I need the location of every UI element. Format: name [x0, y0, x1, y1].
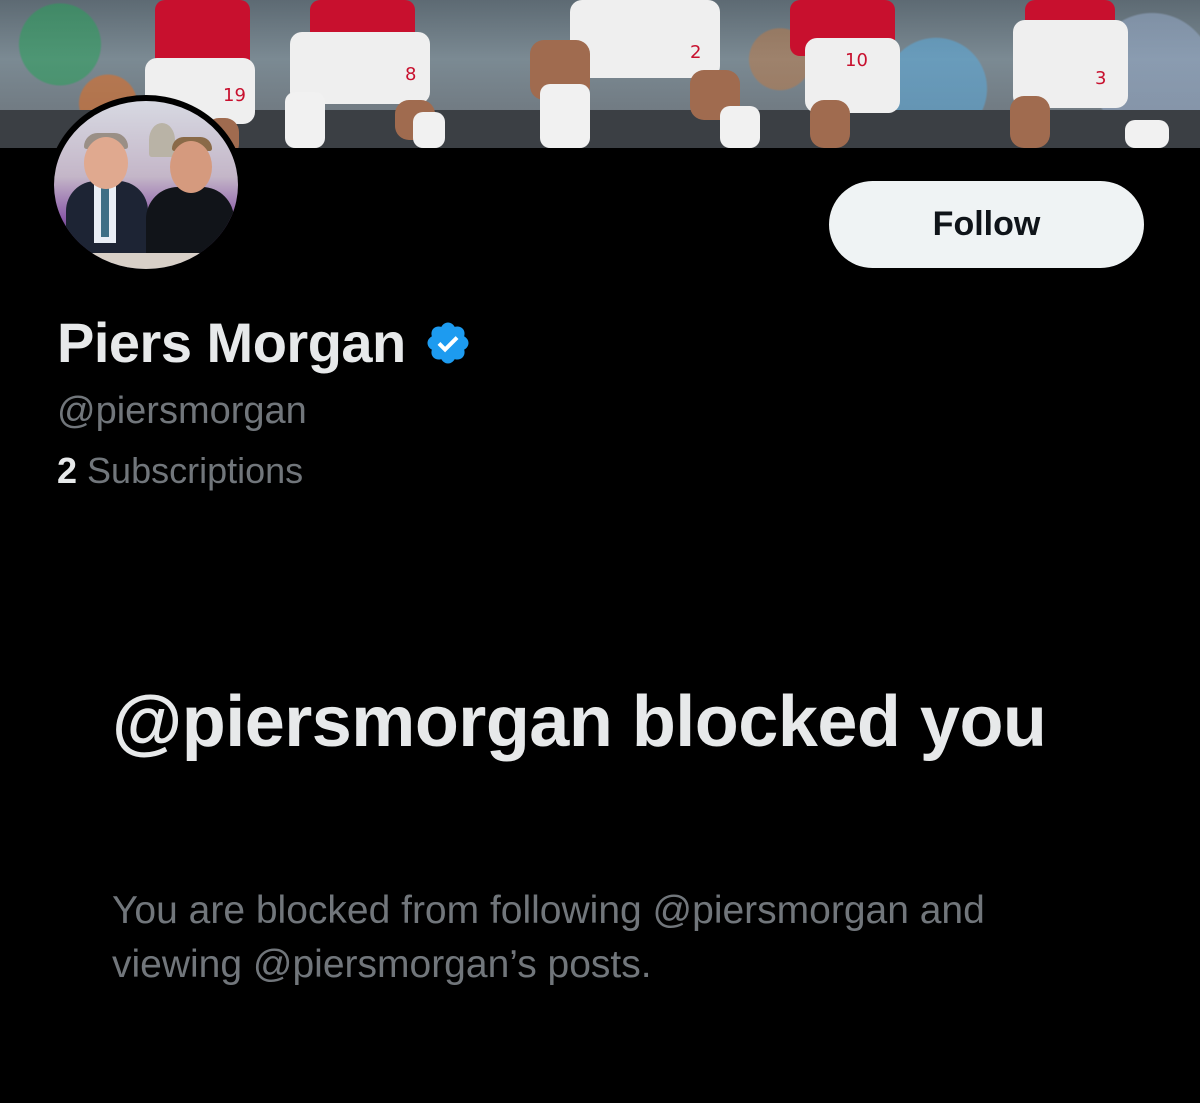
banner-player: 2 [530, 0, 780, 148]
display-name: Piers Morgan [57, 311, 406, 374]
subscriptions-count: 2 [57, 450, 78, 491]
banner-player: 10 [785, 0, 935, 148]
banner-kit-number: 2 [690, 42, 702, 63]
avatar-photo [54, 101, 238, 269]
blocked-description: You are blocked from following @piersmor… [112, 889, 985, 986]
banner-kit-number: 10 [845, 50, 868, 71]
banner-kit-number: 3 [1095, 68, 1107, 89]
follow-button[interactable]: Follow [829, 181, 1144, 268]
subscriptions-label: Subscriptions [87, 450, 304, 491]
banner-kit-number: 19 [223, 85, 246, 106]
banner-kit-number: 8 [405, 64, 417, 85]
profile-name-row: Piers Morgan [57, 310, 472, 375]
banner-player: 8 [285, 0, 455, 148]
verified-badge-icon[interactable] [424, 319, 472, 367]
banner-player: 3 [1005, 0, 1175, 148]
profile-avatar[interactable] [48, 95, 244, 275]
profile-handle: @piersmorgan [57, 390, 307, 432]
blocked-title: @piersmorgan blocked you [112, 682, 1047, 762]
subscriptions-link[interactable]: 2 Subscriptions [57, 450, 303, 492]
